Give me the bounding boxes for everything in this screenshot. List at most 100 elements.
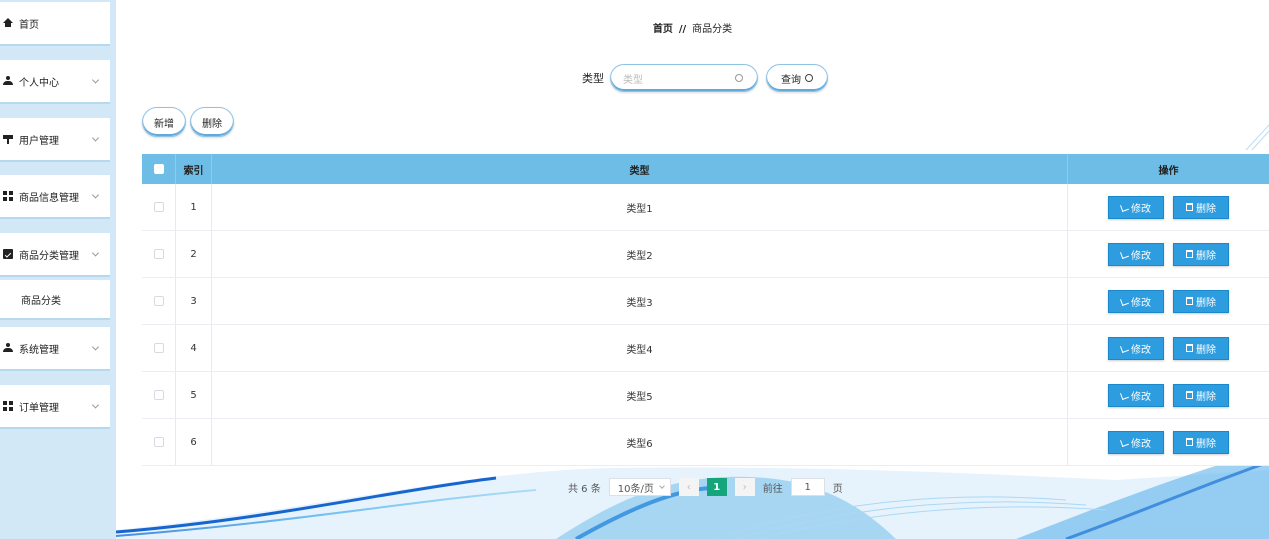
sidebar-item-product-category-management[interactable]: 商品分类管理 xyxy=(0,233,110,277)
search-label: 类型 xyxy=(582,72,604,85)
category-table: 索引 类型 操作 1 类型1 修改 删除 2 类型2 修改 删除 3 类型3 修改 删除 4 类型4 修改删… xyxy=(142,154,1269,466)
table-row: 2 类型2 修改 删除 xyxy=(142,231,1269,278)
edit-icon xyxy=(1120,437,1129,447)
table-header: 索引 类型 操作 xyxy=(142,154,1269,184)
goto-suffix: 页 xyxy=(832,483,843,495)
row-actions: 修改 删除 xyxy=(1068,184,1269,230)
edit-button[interactable]: 修改 xyxy=(1108,336,1164,360)
delete-button[interactable]: 删除 xyxy=(1173,195,1229,219)
edit-button[interactable]: 修改 xyxy=(1108,430,1164,454)
next-page-button[interactable]: › xyxy=(734,478,755,496)
edit-label: 修改 xyxy=(1131,250,1151,262)
delete-button[interactable]: 删除 xyxy=(1173,430,1229,454)
trash-icon xyxy=(1186,250,1193,258)
row-checkbox[interactable] xyxy=(153,202,164,212)
edit-button[interactable]: 修改 xyxy=(1108,242,1164,266)
search-placeholder: 类型 xyxy=(623,74,643,86)
breadcrumb-home[interactable]: 首页 xyxy=(653,24,673,35)
add-button[interactable]: 新增 xyxy=(142,107,186,137)
row-type: 类型3 xyxy=(212,278,1068,324)
row-checkbox[interactable] xyxy=(153,296,164,306)
sidebar-item-user-management[interactable]: 用户管理 xyxy=(0,118,110,162)
column-header-type: 类型 xyxy=(212,154,1068,184)
edit-icon xyxy=(1120,343,1129,353)
table-row: 5 类型5 修改 删除 xyxy=(142,372,1269,419)
row-actions: 修改 删除 xyxy=(1068,419,1269,465)
delete-button[interactable]: 删除 xyxy=(1173,383,1229,407)
home-icon xyxy=(3,18,13,28)
select-all-checkbox[interactable] xyxy=(153,164,164,174)
delete-button[interactable]: 删除 xyxy=(1173,242,1229,266)
row-checkbox[interactable] xyxy=(153,249,164,259)
pagination: 共 6 条 10条/页 ‹ 1 › 前往 1 页 xyxy=(568,478,843,496)
row-checkbox[interactable] xyxy=(153,390,164,400)
table-row: 4 类型4 修改 删除 xyxy=(142,325,1269,372)
row-index: 1 xyxy=(176,184,212,230)
row-checkbox[interactable] xyxy=(153,343,164,353)
delete-label: 删除 xyxy=(1196,250,1216,262)
sidebar-item-label: 商品分类管理 xyxy=(19,250,79,262)
edit-label: 修改 xyxy=(1131,203,1151,215)
row-actions: 修改 删除 xyxy=(1068,278,1269,324)
flag-icon xyxy=(3,134,13,144)
row-checkbox-cell xyxy=(142,184,176,230)
table-row: 3 类型3 修改 删除 xyxy=(142,278,1269,325)
row-type: 类型6 xyxy=(212,419,1068,465)
chevron-down-icon xyxy=(91,191,100,199)
clipboard-icon xyxy=(3,249,13,259)
action-bar: 新增 删除 xyxy=(142,107,234,137)
delete-label: 删除 xyxy=(1196,297,1216,309)
sidebar-item-label: 用户管理 xyxy=(19,135,59,147)
sidebar-subitem-product-category[interactable]: 商品分类 xyxy=(0,280,110,320)
sidebar-item-system-management[interactable]: 系统管理 xyxy=(0,327,110,371)
row-checkbox-cell xyxy=(142,325,176,371)
edit-label: 修改 xyxy=(1131,438,1151,450)
table-body: 1 类型1 修改 删除 2 类型2 修改 删除 3 类型3 修改 删除 4 类型4 修改 删除 5 类型5 修改 删除… xyxy=(142,184,1269,466)
chevron-down-icon xyxy=(91,134,100,142)
chevron-down-icon xyxy=(91,76,100,84)
row-actions: 修改 删除 xyxy=(1068,372,1269,418)
search-input[interactable]: 类型 xyxy=(610,64,758,92)
row-checkbox-cell xyxy=(142,372,176,418)
page-size-value: 10条/页 xyxy=(617,483,654,495)
edit-button[interactable]: 修改 xyxy=(1108,195,1164,219)
row-checkbox-cell xyxy=(142,419,176,465)
delete-button[interactable]: 删除 xyxy=(1173,336,1229,360)
main-content: 首页//商品分类 类型 类型 查询 新增 删除 索引 类型 操作 1 类型1 修改删… xyxy=(116,0,1269,539)
goto-page-input[interactable]: 1 xyxy=(790,478,825,496)
row-checkbox-cell xyxy=(142,231,176,277)
row-checkbox[interactable] xyxy=(153,437,164,447)
sidebar-item-label: 首页 xyxy=(19,19,39,31)
trash-icon xyxy=(1186,438,1193,446)
edit-label: 修改 xyxy=(1131,297,1151,309)
table-row: 1 类型1 修改 删除 xyxy=(142,184,1269,231)
row-index: 4 xyxy=(176,325,212,371)
edit-icon xyxy=(1120,390,1129,400)
sidebar-item-product-info[interactable]: 商品信息管理 xyxy=(0,175,110,219)
sidebar-item-personal-center[interactable]: 个人中心 xyxy=(0,60,110,104)
sidebar: 首页 个人中心 用户管理 商品信息管理 商品分类管理 商品分类 系统管理 订单管… xyxy=(0,0,116,539)
edit-button[interactable]: 修改 xyxy=(1108,383,1164,407)
row-actions: 修改 删除 xyxy=(1068,325,1269,371)
column-header-ops: 操作 xyxy=(1158,165,1179,177)
delete-button[interactable]: 删除 xyxy=(1173,289,1229,313)
page-size-select[interactable]: 10条/页 xyxy=(608,478,671,496)
search-bar: 类型 类型 查询 xyxy=(582,64,828,92)
edit-button[interactable]: 修改 xyxy=(1108,289,1164,313)
trash-icon xyxy=(1186,203,1193,211)
batch-delete-button[interactable]: 删除 xyxy=(190,107,234,137)
current-page[interactable]: 1 xyxy=(706,478,727,496)
row-type: 类型4 xyxy=(212,325,1068,371)
prev-page-button[interactable]: ‹ xyxy=(678,478,699,496)
sidebar-item-home[interactable]: 首页 xyxy=(0,2,110,46)
sidebar-item-label: 个人中心 xyxy=(19,77,59,89)
edit-icon xyxy=(1120,296,1129,306)
pagination-total: 共 6 条 xyxy=(568,483,601,495)
delete-label: 删除 xyxy=(1196,438,1216,450)
breadcrumb-separator: // xyxy=(678,24,687,35)
header-checkbox-cell xyxy=(142,154,176,184)
sidebar-item-order-management[interactable]: 订单管理 xyxy=(0,385,110,429)
query-button[interactable]: 查询 xyxy=(766,64,828,92)
delete-label: 删除 xyxy=(1196,203,1216,215)
edit-icon xyxy=(1120,249,1129,259)
